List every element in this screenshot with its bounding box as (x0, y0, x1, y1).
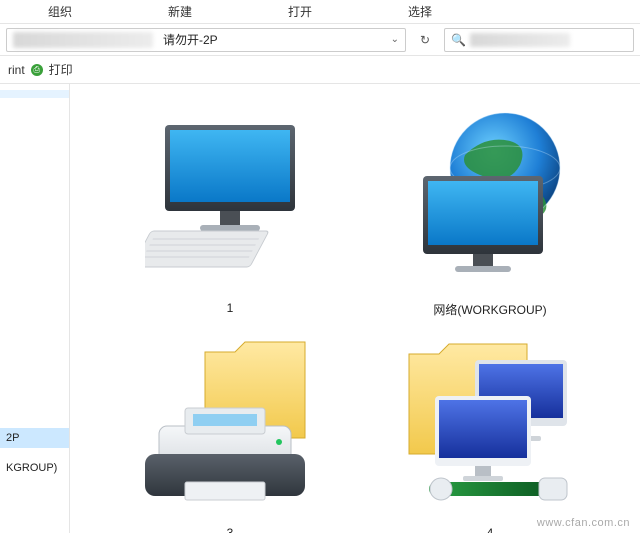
address-text: 请勿开-2P (163, 31, 218, 48)
sidebar-item-top[interactable] (0, 90, 69, 98)
address-bar[interactable]: 请勿开-2P ⌄ (6, 28, 406, 52)
item-label: 3 (227, 526, 234, 533)
item-shared[interactable]: 4 (360, 319, 620, 533)
item-network[interactable]: 网络(WORKGROUP) (360, 94, 620, 319)
search-input[interactable]: 🔍 (444, 28, 634, 52)
content-pane: 1 (70, 84, 640, 533)
chevron-down-icon[interactable]: ⌄ (391, 34, 399, 45)
item-label: 1 (227, 301, 234, 319)
ribbon-tab-organize[interactable]: 组织 (40, 1, 80, 22)
ribbon-tab-new[interactable]: 新建 (160, 1, 200, 22)
shared-folder-icon (390, 330, 590, 520)
ribbon-tab-open[interactable]: 打开 (280, 1, 320, 22)
item-printers[interactable]: 3 (100, 319, 360, 533)
sidebar: 2P KGROUP) (0, 84, 70, 533)
item-label: 4 (487, 526, 494, 533)
sidebar-item-kgroup[interactable]: KGROUP) (0, 458, 69, 478)
printer-icon (130, 330, 330, 520)
print-button[interactable]: 打印 (49, 61, 73, 78)
search-obscured (470, 33, 570, 47)
ribbon-tab-select[interactable]: 选择 (400, 1, 440, 22)
main-area: 2P KGROUP) (0, 84, 640, 533)
refresh-icon[interactable]: ↻ (414, 33, 436, 47)
this-pc-icon (130, 105, 330, 295)
toolbar: rint ⎙ 打印 (0, 56, 640, 84)
search-icon: 🔍 (451, 33, 466, 47)
sidebar-item-2p[interactable]: 2P (0, 428, 69, 448)
network-icon (390, 105, 590, 295)
ribbon-tabs: 组织 新建 打开 选择 (0, 0, 640, 24)
address-obscured (13, 32, 153, 48)
item-label: 网络(WORKGROUP) (433, 301, 546, 319)
toolbar-print-prefix: rint (8, 63, 25, 77)
watermark: www.cfan.com.cn (537, 517, 630, 529)
print-icon: ⎙ (31, 64, 43, 76)
item-this-pc[interactable]: 1 (100, 94, 360, 319)
address-row: 请勿开-2P ⌄ ↻ 🔍 (0, 24, 640, 56)
